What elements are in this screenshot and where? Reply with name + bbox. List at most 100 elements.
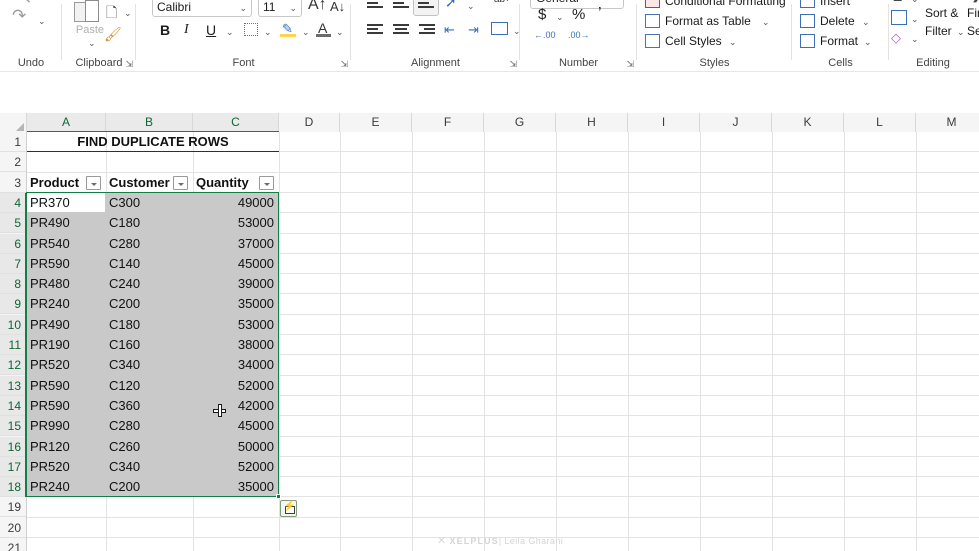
format-as-table-chevron-down-icon[interactable]: ⌄ <box>762 17 770 28</box>
increase-indent-icon[interactable]: ⇥ <box>468 22 479 38</box>
delete-button[interactable]: Delete <box>820 14 855 28</box>
cell-styles-chevron-down-icon[interactable]: ⌄ <box>729 37 737 48</box>
clear-icon[interactable]: ◇ <box>891 30 901 46</box>
font-dialog-launcher[interactable]: ⇲ <box>340 60 348 69</box>
increase-font-size-icon[interactable]: A↑ <box>308 0 327 14</box>
merge-center-icon[interactable] <box>491 22 508 35</box>
orientation-chevron-down-icon[interactable]: ⌄ <box>467 1 475 12</box>
cell-product[interactable]: PR490 <box>27 213 106 233</box>
row-header-14[interactable]: 14 <box>0 395 26 416</box>
row-header-19[interactable]: 19 <box>0 497 26 518</box>
column-header-a[interactable]: A <box>27 113 106 132</box>
find-select-label-line2[interactable]: Sele <box>967 24 979 38</box>
cell-product[interactable]: PR590 <box>27 376 106 396</box>
borders-chevron-down-icon[interactable]: ⌄ <box>264 27 272 38</box>
cell-quantity[interactable]: 45000 <box>193 416 279 436</box>
cells-area[interactable]: FIND DUPLICATE ROWS Product Customer Quanti… <box>26 132 979 551</box>
cell-quantity[interactable]: 42000 <box>193 396 279 416</box>
font-color-swatch[interactable] <box>316 34 331 37</box>
cell-quantity[interactable]: 50000 <box>193 437 279 457</box>
row-header-4[interactable]: 4 <box>0 192 26 213</box>
decrease-decimal-icon[interactable]: .00→ <box>568 30 590 40</box>
row-header-21[interactable]: 21 <box>0 538 26 551</box>
insert-cells-icon[interactable] <box>800 0 815 8</box>
cell-product[interactable]: PR990 <box>27 416 106 436</box>
row-header-10[interactable]: 10 <box>0 314 26 335</box>
find-select-label-line1[interactable]: Fin <box>967 6 979 20</box>
cell-product[interactable]: PR540 <box>27 234 106 254</box>
cell-product[interactable]: PR520 <box>27 355 106 375</box>
column-header-g[interactable]: G <box>484 113 556 132</box>
cell-customer[interactable]: C160 <box>106 335 193 355</box>
cell-customer[interactable]: C180 <box>106 315 193 335</box>
column-header-c[interactable]: C <box>193 113 279 132</box>
format-chevron-down-icon[interactable]: ⌄ <box>864 37 872 48</box>
row-header-1[interactable]: 1 <box>0 132 26 152</box>
cell-customer[interactable]: C200 <box>106 477 193 497</box>
cell-customer[interactable]: C300 <box>106 193 193 213</box>
currency-chevron-down-icon[interactable]: ⌄ <box>556 12 564 23</box>
decrease-font-size-icon[interactable]: A↓ <box>330 0 345 14</box>
align-top-icon[interactable] <box>367 0 383 11</box>
font-color-chevron-down-icon[interactable]: ⌄ <box>336 27 344 38</box>
sort-filter-label-line2[interactable]: Filter <box>925 24 952 38</box>
cell-customer[interactable]: C340 <box>106 457 193 477</box>
clear-chevron-down-icon[interactable]: ⌄ <box>911 34 919 45</box>
format-painter-icon[interactable]: 🖌 <box>104 26 122 43</box>
cell-customer[interactable]: C240 <box>106 274 193 294</box>
font-family-select[interactable]: Calibri ⌄ <box>152 0 252 17</box>
insert-button[interactable]: Insert <box>820 0 850 8</box>
redo-icon[interactable]: ↷ <box>12 6 26 26</box>
cell-product[interactable]: PR240 <box>27 477 106 497</box>
row-header-3[interactable]: 3 <box>0 172 26 193</box>
column-header-e[interactable]: E <box>340 113 412 132</box>
alignment-dialog-launcher[interactable]: ⇲ <box>509 60 517 69</box>
row-header-2[interactable]: 2 <box>0 152 26 173</box>
increase-decimal-icon[interactable]: ←.00 <box>534 30 556 40</box>
copy-icon[interactable]: 🗋 <box>106 2 117 26</box>
select-all-corner[interactable] <box>0 113 27 132</box>
row-header-13[interactable]: 13 <box>0 375 26 396</box>
row-header-11[interactable]: 11 <box>0 335 26 355</box>
cell-product[interactable]: PR120 <box>27 437 106 457</box>
row-header-6[interactable]: 6 <box>0 233 26 254</box>
font-size-select[interactable]: 11 ⌄ <box>258 0 302 17</box>
fill-down-icon[interactable] <box>891 10 907 25</box>
bold-button[interactable]: B <box>160 22 170 38</box>
italic-button[interactable]: I <box>184 22 189 38</box>
column-header-h[interactable]: H <box>556 113 628 132</box>
percent-style-icon[interactable]: % <box>572 6 585 23</box>
cell-customer[interactable]: C180 <box>106 213 193 233</box>
cell-customer[interactable]: C200 <box>106 294 193 314</box>
cell-product[interactable]: PR490 <box>27 315 106 335</box>
cell-customer[interactable]: C280 <box>106 234 193 254</box>
cell-quantity[interactable]: 45000 <box>193 254 279 274</box>
row-header-16[interactable]: 16 <box>0 436 26 457</box>
cell-product[interactable]: PR190 <box>27 335 106 355</box>
format-as-table-icon[interactable] <box>645 14 660 28</box>
clipboard-dialog-launcher[interactable]: ⇲ <box>125 60 133 69</box>
format-button[interactable]: Format <box>820 34 858 48</box>
column-header-b[interactable]: B <box>106 113 193 132</box>
conditional-formatting-button[interactable]: Conditional Formatting <box>665 0 786 8</box>
cell-customer[interactable]: C140 <box>106 254 193 274</box>
column-header-d[interactable]: D <box>279 113 340 132</box>
sort-filter-label-line1[interactable]: Sort & <box>925 6 958 20</box>
cell-styles-icon[interactable] <box>645 34 660 48</box>
cell-quantity[interactable]: 35000 <box>193 477 279 497</box>
cell-quantity[interactable]: 38000 <box>193 335 279 355</box>
chevron-down-icon[interactable]: ⌄ <box>289 0 297 16</box>
align-middle-icon[interactable] <box>393 0 409 11</box>
format-cells-icon[interactable] <box>800 34 815 48</box>
cell-product[interactable]: PR590 <box>27 396 106 416</box>
row-header-5[interactable]: 5 <box>0 213 26 234</box>
delete-chevron-down-icon[interactable]: ⌄ <box>862 17 870 28</box>
column-header-l[interactable]: L <box>844 113 916 132</box>
filter-dropdown-quantity[interactable] <box>259 175 274 190</box>
underline-chevron-down-icon[interactable]: ⌄ <box>226 27 234 38</box>
row-header-7[interactable]: 7 <box>0 253 26 274</box>
comma-style-icon[interactable]: ’ <box>598 5 602 23</box>
align-bottom-icon[interactable] <box>418 0 434 11</box>
cell-quantity[interactable]: 49000 <box>193 193 279 213</box>
align-center-icon[interactable] <box>393 24 409 37</box>
